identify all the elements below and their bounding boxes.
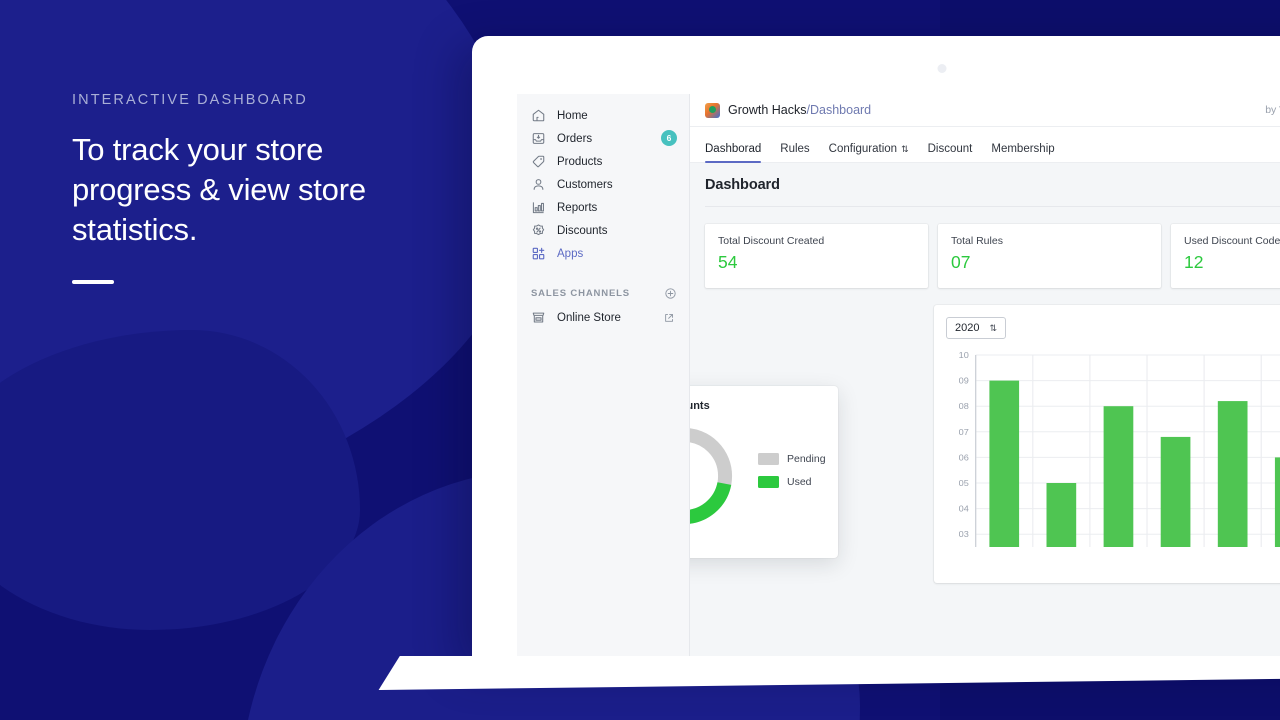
sidebar-item-label: Apps [557, 248, 583, 260]
sidebar-item-products[interactable]: Products [517, 150, 689, 173]
svg-text:03: 03 [959, 530, 969, 539]
donut-row: Pending Used [690, 420, 824, 532]
sidebar-item-customers[interactable]: Customers [517, 173, 689, 196]
card-title: Total Discounts [690, 400, 824, 412]
stat-card-row: Total Discount Created 54 Total Rules 07… [705, 224, 1280, 288]
vendor-byline: by Webkul Software Pvt Ltd [1265, 104, 1280, 116]
external-link-icon[interactable] [659, 310, 679, 326]
legend-swatch [758, 476, 779, 488]
year-select[interactable]: 2020 ⇅ [946, 317, 1006, 339]
stat-value: 07 [951, 252, 1148, 273]
chevron-updown-icon: ⇅ [989, 324, 997, 333]
tab-rules[interactable]: Rules [780, 143, 809, 162]
promo-headline: To track your store progress & view stor… [72, 130, 432, 250]
svg-text:07: 07 [959, 427, 969, 436]
sidebar-item-label: Discounts [557, 225, 608, 237]
sales-channels-header: SALES CHANNELS [517, 265, 689, 306]
bar-chart-svg: 10 09 08 07 06 05 04 03 [946, 349, 1280, 557]
sidebar-item-label: Home [557, 110, 588, 122]
svg-text:04: 04 [959, 504, 969, 513]
sidebar-item-orders[interactable]: Orders 6 [517, 127, 689, 150]
sidebar-item-apps[interactable]: Apps [517, 242, 689, 265]
legend-label: Pending [787, 453, 826, 465]
storefront-icon [531, 310, 546, 325]
sidebar-item-label: Customers [557, 179, 613, 191]
sidebar-item-discounts[interactable]: Discounts [517, 219, 689, 242]
app-topbar: Growth Hacks/Dashboard by Webkul Softwar… [690, 94, 1280, 127]
sidebar: Home Orders 6 [517, 94, 690, 660]
sidebar-item-reports[interactable]: Reports [517, 196, 689, 219]
reports-bars-icon [531, 200, 546, 215]
svg-text:10: 10 [959, 351, 969, 360]
sidebar-item-online-store[interactable]: Online Store [517, 306, 689, 329]
plus-circle-icon[interactable] [664, 287, 677, 300]
sort-updown-icon: ⇅ [901, 145, 909, 154]
tab-bar: Dashborad Rules Configuration ⇅ Discount… [690, 127, 1280, 163]
page-title: Dashboard [705, 177, 1280, 193]
title-divider [705, 206, 1280, 207]
sales-channels-title: SALES CHANNELS [531, 288, 630, 299]
breadcrumb: Growth Hacks/Dashboard [728, 103, 871, 117]
svg-text:09: 09 [959, 376, 969, 385]
stat-label: Total Rules [951, 235, 1148, 247]
product-tag-icon [531, 154, 546, 169]
tab-label: Discount [928, 143, 973, 155]
laptop-lid: Home Orders 6 [472, 36, 1280, 660]
stat-value: 12 [1184, 252, 1280, 273]
tab-label: Rules [780, 143, 809, 155]
donut-legend: Pending Used [758, 453, 826, 499]
total-discounts-card: Total Discounts [690, 386, 838, 558]
stat-label: Used Discount Codes [1184, 235, 1280, 247]
svg-text:06: 06 [959, 453, 969, 462]
stat-card-total-rules: Total Rules 07 [938, 224, 1161, 288]
app-screen: Home Orders 6 [517, 94, 1280, 660]
home-icon [531, 108, 546, 123]
svg-text:08: 08 [959, 402, 969, 411]
tab-dashborad[interactable]: Dashborad [705, 143, 761, 162]
tab-configuration[interactable]: Configuration ⇅ [829, 143, 909, 162]
sidebar-item-label: Online Store [557, 312, 621, 324]
tab-label: Membership [991, 143, 1054, 155]
tab-label: Dashborad [705, 143, 761, 155]
growth-hacks-app-icon [705, 103, 720, 118]
sidebar-item-label: Orders [557, 133, 592, 145]
bar-chart: 10 09 08 07 06 05 04 03 [946, 349, 1280, 557]
year-select-value: 2020 [955, 322, 979, 334]
legend-item-pending: Pending [758, 453, 826, 465]
legend-item-used: Used [758, 476, 826, 488]
sidebar-item-label: Reports [557, 202, 597, 214]
sidebar-item-label: Products [557, 156, 602, 168]
orders-count-badge: 6 [661, 130, 677, 146]
tab-membership[interactable]: Membership [991, 143, 1054, 162]
donut-chart [690, 420, 740, 532]
promo-eyebrow: INTERACTIVE DASHBOARD [72, 92, 432, 108]
dashboard-content: Dashboard Total Discount Created 54 Tota… [690, 163, 1280, 660]
webcam-icon [938, 64, 947, 73]
stat-value: 54 [718, 252, 915, 273]
breadcrumb-app-name[interactable]: Growth Hacks [728, 103, 807, 117]
discount-percent-icon [531, 223, 546, 238]
stat-card-used-discount-codes: Used Discount Codes 12 [1171, 224, 1280, 288]
svg-text:05: 05 [959, 479, 969, 488]
laptop-mockup: Home Orders 6 [472, 36, 1280, 660]
chart-panel-row: Total Discounts [705, 305, 1280, 583]
tab-discount[interactable]: Discount [928, 143, 973, 162]
sidebar-item-home[interactable]: Home [517, 104, 689, 127]
stat-label: Total Discount Created [718, 235, 915, 247]
tab-label: Configuration [829, 143, 897, 155]
legend-label: Used [787, 476, 812, 488]
promo-underline-rule [72, 280, 114, 284]
stat-card-total-discount-created: Total Discount Created 54 [705, 224, 928, 288]
legend-swatch [758, 453, 779, 465]
orders-inbox-icon [531, 131, 546, 146]
customer-person-icon [531, 177, 546, 192]
main-area: Growth Hacks/Dashboard by Webkul Softwar… [690, 94, 1280, 660]
yearly-bar-chart-card: 2020 ⇅ 10 09 08 07 06 05 04 03 [934, 305, 1280, 583]
donut-svg [690, 420, 740, 532]
apps-grid-plus-icon [531, 246, 546, 261]
promo-copy: INTERACTIVE DASHBOARD To track your stor… [72, 92, 432, 284]
breadcrumb-section[interactable]: Dashboard [810, 103, 871, 117]
